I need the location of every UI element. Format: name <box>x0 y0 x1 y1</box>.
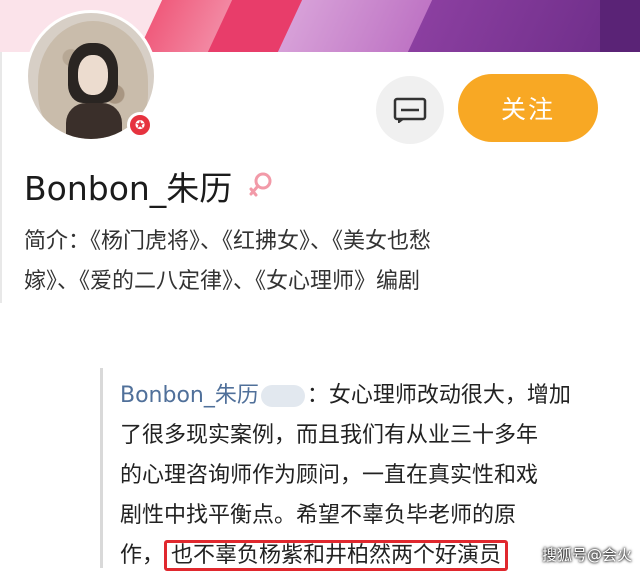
username: Bonbon_朱历 <box>24 169 233 208</box>
profile-card: ✪ 关注 Bonbon_朱历 简介：《杨门虎将》、《红拂女》、《美女也愁 嫁》、… <box>0 0 640 303</box>
comment-line: Bonbon_朱历 ：女心理师改动很大，增加 <box>120 376 610 416</box>
highlighted-text: 也不辜负杨紫和井柏然两个好演员 <box>164 540 509 571</box>
section-divider <box>0 303 640 365</box>
watermark: 搜狐号@会火 <box>541 546 632 564</box>
comment-line: 作， 也不辜负杨紫和井柏然两个好演员 <box>120 536 610 575</box>
comment-line: 了很多现实案例，而且我们有从业三十多年 <box>120 423 539 448</box>
comment: Bonbon_朱历 ：女心理师改动很大，增加 了很多现实案例，而且我们有从业三十多… <box>120 376 610 575</box>
bio-line: 嫁》、《爱的二八定律》、《女心理师》编剧 <box>24 269 421 294</box>
quote-bar <box>100 368 103 568</box>
comment-author-link[interactable]: Bonbon_朱历 <box>120 383 259 408</box>
female-icon <box>249 172 272 197</box>
comment-line: 的心理咨询师作为顾问，一直在真实性和戏 <box>120 463 539 488</box>
comment-line: 剧性中找平衡点。希望不辜负毕老师的原 <box>120 503 517 528</box>
follow-button[interactable]: 关注 <box>458 74 598 142</box>
comment-text: ：女心理师改动很大，增加 <box>306 383 571 408</box>
blurred-tag <box>260 385 305 407</box>
vip-badge-icon: ✪ <box>127 112 153 138</box>
bio-line: 简介：《杨门虎将》、《红拂女》、《美女也愁 <box>24 229 432 254</box>
message-icon <box>393 97 427 123</box>
profile-bio: 简介：《杨门虎将》、《红拂女》、《美女也愁 嫁》、《爱的二八定律》、《女心理师》… <box>24 222 584 302</box>
comment-text: 作， <box>120 543 165 568</box>
message-button[interactable] <box>376 76 444 144</box>
